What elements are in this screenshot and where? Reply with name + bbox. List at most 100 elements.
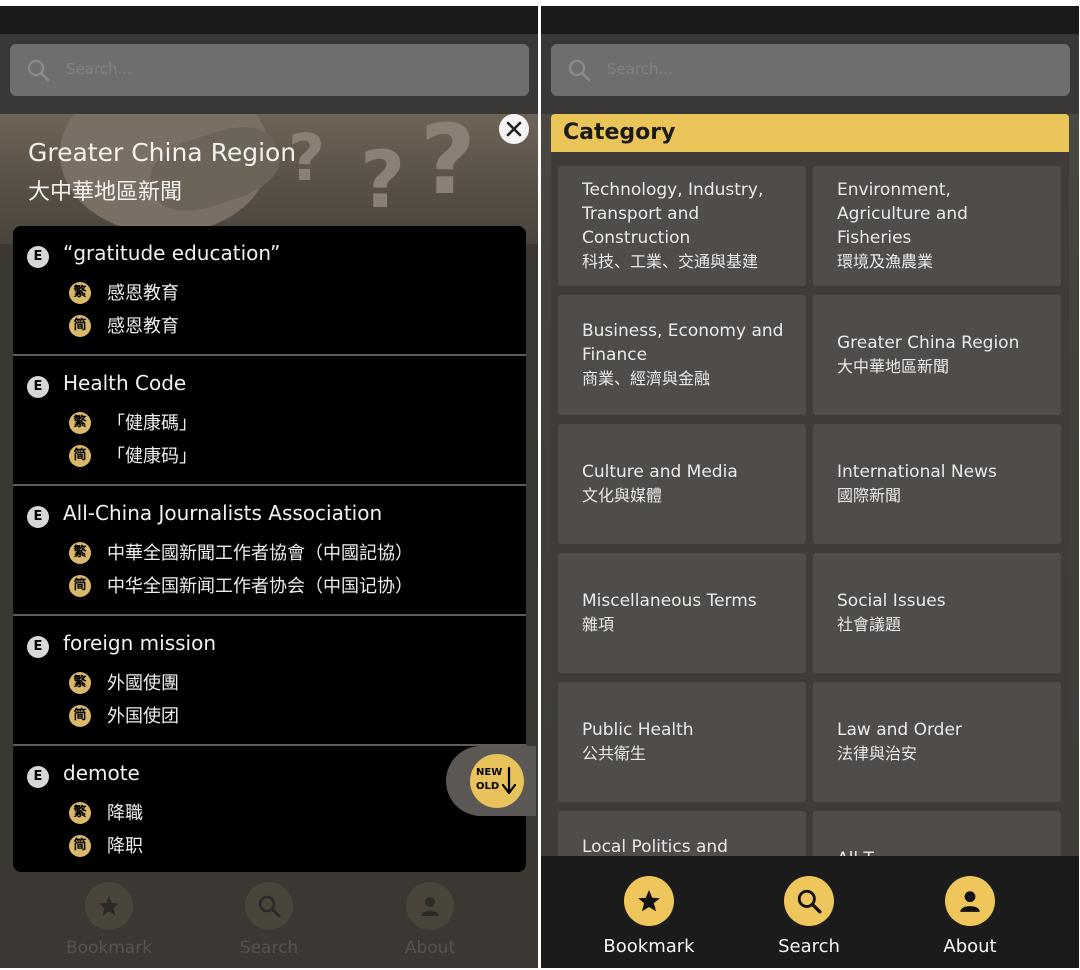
category-card[interactable]: Culture and Media 文化與媒體	[558, 424, 806, 544]
category-name-zh: 公共衛生	[582, 744, 647, 763]
category-name-zh: 科技、工業、交通與基建	[582, 252, 759, 271]
search-placeholder: Search...	[607, 60, 673, 78]
category-card[interactable]: Technology, Industry, Transport and Cons…	[558, 166, 806, 286]
term-english: All-China Journalists Association	[63, 501, 383, 525]
list-item[interactable]: E foreign mission 繁 外國使團 简 外国使团	[13, 616, 526, 746]
nav-search-label: Search	[239, 938, 299, 958]
term-traditional: 感恩教育	[107, 283, 179, 304]
term-traditional: 外國使團	[107, 673, 179, 694]
category-name-zh: 社會議題	[837, 615, 902, 634]
nav-search[interactable]: Search	[209, 872, 329, 958]
sort-toggle-circle: NEW OLD	[470, 754, 524, 808]
english-badge: E	[27, 766, 49, 788]
term-list-screen: Search... ? ? ? Greater China Region 大中華…	[0, 6, 538, 968]
traditional-badge: 繁	[69, 542, 91, 564]
simplified-badge: 简	[69, 705, 91, 727]
category-card[interactable]: Local Politics and	[558, 811, 806, 856]
search-icon	[27, 59, 50, 82]
search-header: Search...	[0, 34, 538, 114]
search-input[interactable]: Search...	[551, 44, 1070, 96]
category-name-en: Social Issues	[837, 591, 946, 611]
nav-about[interactable]: About	[905, 856, 1035, 957]
nav-search[interactable]: Search	[744, 856, 874, 957]
category-name-en: All T	[837, 847, 1047, 856]
term-simplified: 「健康码」	[107, 446, 197, 467]
category-card[interactable]: Greater China Region 大中華地區新聞	[813, 295, 1061, 415]
term-traditional: 降職	[107, 803, 143, 824]
english-badge: E	[27, 506, 49, 528]
close-icon	[506, 121, 522, 137]
bottom-nav-dimmed: Bookmark Search About	[0, 872, 538, 968]
category-screen: Search... Category Technology, Industry,…	[541, 6, 1079, 968]
category-card[interactable]: Law and Order 法律與治安	[813, 682, 1061, 802]
category-card[interactable]: International News 國際新聞	[813, 424, 1061, 544]
sort-old-label: OLD	[476, 781, 500, 792]
status-bar	[541, 6, 1079, 34]
nav-search-label: Search	[778, 936, 840, 957]
traditional-badge: 繁	[69, 802, 91, 824]
category-name-zh: 文化與媒體	[582, 486, 663, 505]
simplified-badge: 简	[69, 445, 91, 467]
magnifier-icon	[784, 876, 834, 926]
question-mark-decoration: ?	[360, 136, 406, 226]
star-icon	[624, 876, 674, 926]
user-icon	[945, 876, 995, 926]
category-name-zh: 大中華地區新聞	[837, 357, 950, 376]
term-traditional: 中華全國新聞工作者協會（中國記協）	[107, 543, 413, 564]
sort-new-label: NEW	[476, 767, 503, 778]
category-card[interactable]: Social Issues 社會議題	[813, 553, 1061, 673]
category-name-en: Environment, Agriculture and Fisheries	[837, 180, 968, 248]
category-name-en: Public Health	[582, 720, 694, 740]
category-name-zh: 雜項	[582, 615, 615, 634]
category-card[interactable]: Miscellaneous Terms 雜項	[558, 553, 806, 673]
close-button[interactable]	[499, 114, 529, 144]
category-card[interactable]: Business, Economy and Finance 商業、經濟與金融	[558, 295, 806, 415]
category-name-en: Miscellaneous Terms	[582, 591, 757, 611]
user-icon	[406, 882, 454, 930]
term-traditional: 「健康碼」	[107, 413, 197, 434]
list-item[interactable]: E Health Code 繁 「健康碼」 简 「健康码」	[13, 356, 526, 486]
english-badge: E	[27, 636, 49, 658]
sort-toggle-button[interactable]: NEW OLD	[446, 746, 536, 816]
nav-bookmark[interactable]: Bookmark	[584, 856, 714, 957]
nav-bookmark-label: Bookmark	[65, 938, 153, 958]
magnifier-icon	[245, 882, 293, 930]
question-mark-decoration: ?	[420, 114, 476, 216]
simplified-badge: 简	[69, 315, 91, 337]
down-arrow-icon	[501, 766, 517, 795]
search-icon	[568, 59, 591, 82]
category-name-en: Culture and Media	[582, 462, 738, 482]
nav-bookmark[interactable]: Bookmark	[49, 872, 169, 958]
page-title: Greater China Region	[28, 138, 297, 167]
nav-about-label: About	[404, 938, 456, 958]
english-badge: E	[27, 246, 49, 268]
search-input[interactable]: Search...	[10, 44, 529, 96]
search-header: Search...	[541, 34, 1079, 114]
category-name-zh: 商業、經濟與金融	[582, 369, 711, 388]
category-heading-label: Category	[563, 120, 676, 145]
term-simplified: 感恩教育	[107, 316, 179, 337]
category-name-en: Local Politics and	[582, 837, 728, 856]
traditional-badge: 繁	[69, 412, 91, 434]
category-name-en: Business, Economy and Finance	[582, 321, 784, 365]
term-english: foreign mission	[63, 631, 216, 655]
term-simplified: 降职	[107, 836, 143, 857]
category-name-zh: 法律與治安	[837, 744, 918, 763]
english-badge: E	[27, 376, 49, 398]
simplified-badge: 简	[69, 575, 91, 597]
page-subtitle: 大中華地區新聞	[28, 180, 183, 205]
category-card[interactable]: Environment, Agriculture and Fisheries 環境…	[813, 166, 1061, 286]
list-item[interactable]: E All-China Journalists Association 繁 中華…	[13, 486, 526, 616]
category-card[interactable]: All T	[813, 811, 1061, 856]
term-english: Health Code	[63, 371, 187, 395]
search-placeholder: Search...	[66, 60, 132, 78]
term-simplified: 外国使团	[107, 706, 179, 727]
category-grid: Technology, Industry, Transport and Cons…	[551, 152, 1069, 856]
nav-about-label: About	[943, 936, 997, 957]
category-hero-banner: ? ? ? Greater China Region 大中華地區新聞	[0, 114, 538, 244]
category-card[interactable]: Public Health 公共衛生	[558, 682, 806, 802]
list-item[interactable]: E “gratitude education” 繁 感恩教育 简 感恩教育	[13, 226, 526, 356]
simplified-badge: 简	[69, 835, 91, 857]
nav-about[interactable]: About	[370, 872, 490, 958]
traditional-badge: 繁	[69, 672, 91, 694]
